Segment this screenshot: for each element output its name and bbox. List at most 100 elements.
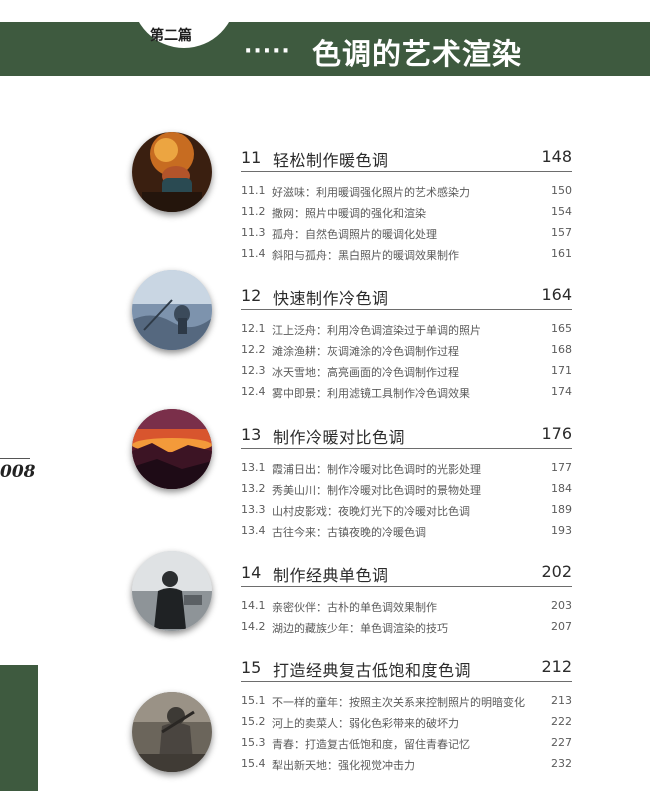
section-number: 12.3	[241, 364, 266, 377]
section-title: 山村皮影戏：夜晚灯光下的冷暖对比色调	[272, 505, 470, 518]
section-number: 14.2	[241, 620, 266, 633]
part-label: 第二篇	[150, 28, 192, 44]
section-page: 193	[551, 524, 572, 537]
chapter-title: 打造经典复古低饱和度色调	[273, 661, 472, 680]
chapter-11-thumbnail	[132, 132, 212, 212]
section-page: 232	[551, 757, 572, 770]
toc-entry[interactable]: 15.4 犁出新天地：强化视觉冲击力 232	[241, 757, 572, 775]
section-number: 15.4	[241, 757, 266, 770]
section-number: 12.2	[241, 343, 266, 356]
chapter-title: 制作经典单色调	[273, 566, 389, 585]
toc-entry[interactable]: 12.1 江上泛舟：利用冷色调渲染过于单调的照片 165	[241, 322, 572, 340]
toc-entry[interactable]: 13.3 山村皮影戏：夜晚灯光下的冷暖对比色调 189	[241, 503, 572, 521]
section-page: 174	[551, 385, 572, 398]
chapter-page: 212	[541, 657, 572, 676]
chapter-11-header[interactable]: 11 轻松制作暖色调 148	[241, 146, 572, 172]
toc-entry[interactable]: 13.1 霞浦日出：制作冷暖对比色调时的光影处理 177	[241, 461, 572, 479]
header-banner: ····· 色调的艺术渲染	[0, 22, 650, 76]
section-title: 雾中即景：利用滤镜工具制作冷色调效果	[272, 387, 470, 400]
chapter-12-thumbnail	[132, 270, 212, 350]
chapter-13-header[interactable]: 13 制作冷暖对比色调 176	[241, 423, 572, 449]
section-number: 13.2	[241, 482, 266, 495]
chapter-12-header[interactable]: 12 快速制作冷色调 164	[241, 284, 572, 310]
chapter-page: 148	[541, 147, 572, 166]
section-page: 177	[551, 461, 572, 474]
section-number: 11.3	[241, 226, 266, 239]
section-title: 孤舟：自然色调照片的暖调化处理	[272, 228, 437, 241]
section-page: 150	[551, 184, 572, 197]
section-page: 165	[551, 322, 572, 335]
section-page: 213	[551, 694, 572, 707]
section-number: 15.3	[241, 736, 266, 749]
section-page: 189	[551, 503, 572, 516]
chapter-14-thumbnail	[132, 551, 212, 631]
section-title: 斜阳与孤舟：黑白照片的暖调效果制作	[272, 249, 459, 262]
toc-entry[interactable]: 15.3 青春：打造复古低饱和度，留住青春记忆 227	[241, 736, 572, 754]
section-number: 12.1	[241, 322, 266, 335]
section-page: 171	[551, 364, 572, 377]
toc-entry[interactable]: 11.1 好滋味：利用暖调强化照片的艺术感染力 150	[241, 184, 572, 202]
chapter-number: 13	[241, 425, 262, 444]
chapter-14-header[interactable]: 14 制作经典单色调 202	[241, 561, 572, 587]
section-number: 11.1	[241, 184, 266, 197]
section-title: 不一样的童年：按照主次关系来控制照片的明暗变化	[272, 696, 525, 709]
section-page: 168	[551, 343, 572, 356]
toc-entry[interactable]: 14.2 湖边的藏族少年：单色调渲染的技巧 207	[241, 620, 572, 638]
section-page: 203	[551, 599, 572, 612]
section-page: 154	[551, 205, 572, 218]
section-number: 11.4	[241, 247, 266, 260]
section-title: 青春：打造复古低饱和度，留住青春记忆	[272, 738, 470, 751]
chapter-number: 15	[241, 658, 262, 677]
section-number: 12.4	[241, 385, 266, 398]
section-number: 13.1	[241, 461, 266, 474]
toc-entry[interactable]: 15.2 河上的卖菜人：弱化色彩带来的破坏力 222	[241, 715, 572, 733]
toc-entry[interactable]: 11.3 孤舟：自然色调照片的暖调化处理 157	[241, 226, 572, 244]
section-number: 15.1	[241, 694, 266, 707]
chapter-title: 快速制作冷色调	[273, 289, 389, 308]
chapter-13-thumbnail	[132, 409, 212, 489]
toc-entry[interactable]: 13.2 秀美山川：制作冷暖对比色调时的景物处理 184	[241, 482, 572, 500]
toc-entry[interactable]: 12.2 滩涂渔耕：灰调滩涂的冷色调制作过程 168	[241, 343, 572, 361]
section-number: 15.2	[241, 715, 266, 728]
section-title: 好滋味：利用暖调强化照片的艺术感染力	[272, 186, 470, 199]
section-title: 古往今来：古镇夜晚的冷暖色调	[272, 526, 426, 539]
chapter-15-thumbnail	[132, 692, 212, 772]
section-title: 秀美山川：制作冷暖对比色调时的景物处理	[272, 484, 481, 497]
section-title: 滩涂渔耕：灰调滩涂的冷色调制作过程	[272, 345, 459, 358]
section-title: 霞浦日出：制作冷暖对比色调时的光影处理	[272, 463, 481, 476]
toc-entry[interactable]: 13.4 古往今来：古镇夜晚的冷暖色调 193	[241, 524, 572, 542]
chapter-title: 制作冷暖对比色调	[273, 428, 406, 447]
section-title: 撒网：照片中暖调的强化和渲染	[272, 207, 426, 220]
section-number: 14.1	[241, 599, 266, 612]
section-page: 184	[551, 482, 572, 495]
toc-entry[interactable]: 12.3 冰天雪地：高亮画面的冷色调制作过程 171	[241, 364, 572, 382]
chapter-number: 11	[241, 148, 262, 167]
section-title: 湖边的藏族少年：单色调渲染的技巧	[272, 622, 448, 635]
toc-entry[interactable]: 15.1 不一样的童年：按照主次关系来控制照片的明暗变化 213	[241, 694, 572, 712]
section-title: 冰天雪地：高亮画面的冷色调制作过程	[272, 366, 459, 379]
section-number: 13.4	[241, 524, 266, 537]
chapter-page: 164	[541, 285, 572, 304]
banner-dots: ·····	[244, 39, 291, 64]
section-page: 207	[551, 620, 572, 633]
chapter-title: 轻松制作暖色调	[273, 151, 389, 170]
section-page: 227	[551, 736, 572, 749]
toc-entry[interactable]: 11.4 斜阳与孤舟：黑白照片的暖调效果制作 161	[241, 247, 572, 265]
section-number: 11.2	[241, 205, 266, 218]
toc-entry[interactable]: 14.1 亲密伙伴：古朴的单色调效果制作 203	[241, 599, 572, 617]
section-page: 222	[551, 715, 572, 728]
chapter-number: 12	[241, 286, 262, 305]
section-title: 江上泛舟：利用冷色调渲染过于单调的照片	[272, 324, 481, 337]
toc-entry[interactable]: 12.4 雾中即景：利用滤镜工具制作冷色调效果 174	[241, 385, 572, 403]
section-title: 亲密伙伴：古朴的单色调效果制作	[272, 601, 437, 614]
side-color-bar	[0, 665, 38, 791]
chapter-page: 202	[541, 562, 572, 581]
section-title: 犁出新天地：强化视觉冲击力	[272, 759, 415, 772]
page-number: 008	[0, 462, 36, 482]
section-number: 13.3	[241, 503, 266, 516]
toc-entry[interactable]: 11.2 撒网：照片中暖调的强化和渲染 154	[241, 205, 572, 223]
chapter-15-header[interactable]: 15 打造经典复古低饱和度色调 212	[241, 656, 572, 682]
section-page: 161	[551, 247, 572, 260]
part-title: 色调的艺术渲染	[312, 37, 523, 71]
chapter-number: 14	[241, 563, 262, 582]
